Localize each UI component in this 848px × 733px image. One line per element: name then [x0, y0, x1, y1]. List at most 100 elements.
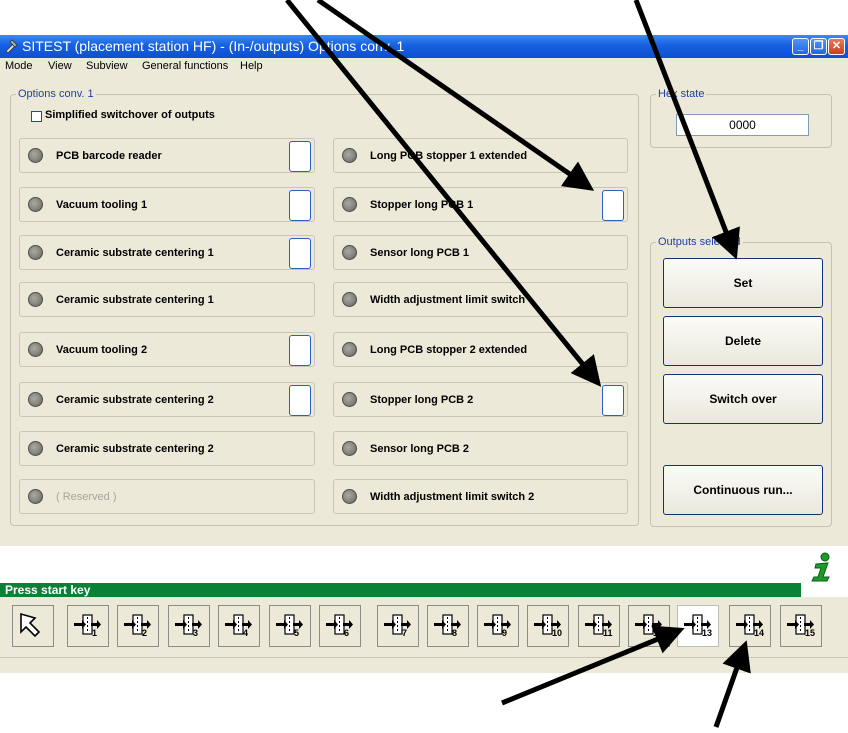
signal-label: Vacuum tooling 1	[56, 199, 148, 211]
output-toggle-button[interactable]	[602, 190, 624, 221]
right-row-7: Sensor long PCB 2	[333, 431, 628, 466]
signal-label: Sensor long PCB 2	[370, 443, 470, 455]
continuous-run-button[interactable]: Continuous run...	[663, 465, 823, 515]
station-number: 8	[452, 628, 458, 638]
right-row-1: Long PCB stopper 1 extended	[333, 138, 628, 173]
station-button-12[interactable]: 12	[628, 605, 670, 647]
menu-subview[interactable]: Subview	[86, 58, 128, 74]
signal-label: Ceramic substrate centering 2	[56, 443, 214, 455]
simplified-switchover-label: Simplified switchover of outputs	[45, 109, 215, 121]
station-number: 2	[142, 628, 148, 638]
station-icon	[787, 614, 814, 635]
switch-over-button[interactable]: Switch over	[663, 374, 823, 424]
outputs-group-title: Outputs selected	[656, 236, 743, 248]
status-led-icon	[28, 197, 43, 212]
station-button-3[interactable]: 3	[168, 605, 210, 647]
station-icon	[74, 614, 101, 635]
hex-state-title: Hex state	[656, 88, 707, 100]
left-row-5: Vacuum tooling 2	[19, 332, 315, 367]
status-led-icon	[342, 245, 357, 260]
station-icon	[225, 614, 252, 635]
signal-label: Vacuum tooling 2	[56, 344, 148, 356]
station-button-7[interactable]: 7	[377, 605, 419, 647]
menu-view[interactable]: View	[48, 58, 72, 74]
hex-state-value: 0000	[676, 114, 809, 136]
station-button-2[interactable]: 2	[117, 605, 159, 647]
signal-label: Ceramic substrate centering 2	[56, 394, 214, 406]
minimize-icon[interactable]: _	[792, 38, 809, 55]
left-row-4: Ceramic substrate centering 1	[19, 282, 315, 317]
right-row-6: Stopper long PCB 2	[333, 382, 628, 417]
signal-label: Ceramic substrate centering 1	[56, 294, 214, 306]
output-toggle-button[interactable]	[289, 190, 311, 221]
station-button-4[interactable]: 4	[218, 605, 260, 647]
station-icon	[635, 614, 662, 635]
info-icon[interactable]	[806, 552, 840, 582]
menu-mode[interactable]: Mode	[5, 58, 33, 74]
station-number: 1	[92, 628, 98, 638]
restore-icon[interactable]: ❐	[810, 38, 827, 55]
menu-general-functions[interactable]: General functions	[142, 58, 228, 74]
status-led-icon	[342, 292, 357, 307]
signal-label: Width adjustment limit switch	[370, 294, 526, 306]
left-row-7: Ceramic substrate centering 2	[19, 431, 315, 466]
station-number: 10	[552, 628, 563, 638]
station-icon	[276, 614, 303, 635]
left-row-2: Vacuum tooling 1	[19, 187, 315, 222]
left-row-1: PCB barcode reader	[19, 138, 315, 173]
left-row-8: ( Reserved )	[19, 479, 315, 514]
station-button-1[interactable]: 1	[67, 605, 109, 647]
pointer-arrow-icon	[20, 612, 41, 638]
output-toggle-button[interactable]	[289, 141, 311, 172]
client-area: Options conv. 1 Simplified switchover of…	[0, 74, 848, 546]
right-row-5: Long PCB stopper 2 extended	[333, 332, 628, 367]
station-number: 12	[653, 628, 664, 638]
output-toggle-button[interactable]	[289, 385, 311, 416]
station-icon	[124, 614, 151, 635]
signal-label: Ceramic substrate centering 1	[56, 247, 214, 259]
status-led-icon	[342, 148, 357, 163]
left-row-6: Ceramic substrate centering 2	[19, 382, 315, 417]
station-button-11[interactable]: 11	[578, 605, 620, 647]
station-number: 11	[603, 628, 613, 638]
station-button-6[interactable]: 6	[319, 605, 361, 647]
station-button-10[interactable]: 10	[527, 605, 569, 647]
status-led-icon	[342, 342, 357, 357]
station-icon	[534, 614, 561, 635]
signal-label: Long PCB stopper 1 extended	[370, 150, 528, 162]
station-button-13[interactable]: 13	[677, 605, 719, 647]
pointer-button[interactable]	[12, 605, 54, 647]
status-led-icon	[28, 148, 43, 163]
menu-help[interactable]: Help	[240, 58, 263, 74]
right-row-3: Sensor long PCB 1	[333, 235, 628, 270]
signal-label: Long PCB stopper 2 extended	[370, 344, 528, 356]
delete-button[interactable]: Delete	[663, 316, 823, 366]
status-led-icon	[28, 392, 43, 407]
title-bar: SITEST (placement station HF) - (In-/out…	[0, 35, 848, 58]
signal-label: Stopper long PCB 1	[370, 199, 474, 211]
output-toggle-button[interactable]	[602, 385, 624, 416]
simplified-switchover-checkbox[interactable]	[31, 111, 42, 122]
output-toggle-button[interactable]	[289, 335, 311, 366]
status-led-icon	[28, 245, 43, 260]
station-button-9[interactable]: 9	[477, 605, 519, 647]
station-icon	[175, 614, 202, 635]
station-icon	[684, 614, 711, 635]
app-icon	[5, 39, 18, 53]
right-row-2: Stopper long PCB 1	[333, 187, 628, 222]
status-led-icon	[342, 489, 357, 504]
station-button-15[interactable]: 15	[780, 605, 822, 647]
station-icon	[585, 614, 612, 635]
station-button-14[interactable]: 14	[729, 605, 771, 647]
station-icon	[736, 614, 763, 635]
toolbar: 1 2 3 4 5 6 7 8 9 10 11 12 13 14 15	[0, 597, 848, 657]
window-title: SITEST (placement station HF) - (In-/out…	[22, 38, 405, 54]
output-toggle-button[interactable]	[289, 238, 311, 269]
right-row-4: Width adjustment limit switch	[333, 282, 628, 317]
left-row-3: Ceramic substrate centering 1	[19, 235, 315, 270]
station-button-8[interactable]: 8	[427, 605, 469, 647]
station-button-5[interactable]: 5	[269, 605, 311, 647]
close-icon[interactable]: ✕	[828, 38, 845, 55]
set-button[interactable]: Set	[663, 258, 823, 308]
bottom-bar	[0, 657, 848, 673]
